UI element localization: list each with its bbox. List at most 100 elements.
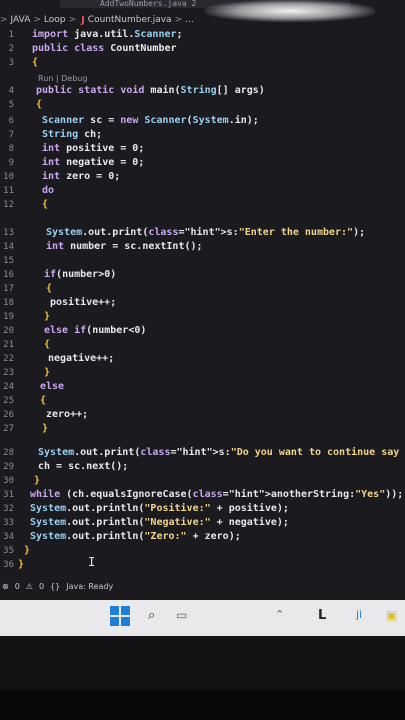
- code-text[interactable]: }: [44, 310, 50, 324]
- breadcrumb-file[interactable]: CountNumber.java: [88, 15, 172, 25]
- code-line[interactable]: 17 {: [0, 282, 405, 296]
- code-line[interactable]: 22 negative++;: [0, 352, 405, 366]
- code-text[interactable]: public static void main(String[] args): [36, 84, 265, 98]
- line-number: 35: [3, 546, 14, 556]
- code-line[interactable]: 11 do: [0, 184, 405, 198]
- warnings-count[interactable]: 0: [39, 582, 44, 591]
- code-line[interactable]: 3{: [0, 56, 405, 70]
- breadcrumb-folder[interactable]: Loop: [44, 15, 66, 25]
- problems-icon[interactable]: ⊗: [2, 582, 9, 591]
- code-line[interactable]: 8 int positive = 0;: [0, 142, 405, 156]
- line-number: 15: [3, 256, 14, 266]
- windows-start-icon[interactable]: [110, 606, 130, 626]
- code-text[interactable]: }: [24, 544, 30, 558]
- code-line[interactable]: 20 else if(number<0): [0, 324, 405, 338]
- code-line[interactable]: 5{: [0, 98, 405, 112]
- code-line[interactable]: 4 public static void main(String[] args): [0, 84, 405, 98]
- code-text[interactable]: int zero = 0;: [42, 170, 120, 184]
- warning-icon[interactable]: ⚠: [26, 582, 33, 591]
- code-text[interactable]: else if(number<0): [44, 324, 146, 338]
- code-text[interactable]: Scanner sc = new Scanner(System.in);: [42, 114, 259, 128]
- code-text[interactable]: String ch;: [42, 128, 102, 142]
- line-number: 24: [3, 382, 14, 392]
- code-text[interactable]: }: [42, 422, 48, 436]
- code-text[interactable]: zero++;: [46, 408, 88, 422]
- notification-icon[interactable]: ▣: [386, 608, 397, 622]
- breadcrumb-more[interactable]: ...: [185, 15, 194, 25]
- code-text[interactable]: {: [36, 98, 42, 112]
- codelens-run-debug[interactable]: Run | Debug: [38, 74, 87, 83]
- line-number: 5: [8, 100, 14, 110]
- code-line[interactable]: 28 System.out.print(class="hint">s:"Do yo…: [0, 446, 405, 460]
- line-number: 34: [3, 532, 14, 542]
- code-text[interactable]: positive++;: [50, 296, 116, 310]
- code-line[interactable]: 16 if(number>0): [0, 268, 405, 282]
- code-line[interactable]: 27}: [0, 422, 405, 436]
- code-text[interactable]: System.out.println("Negative:" + negativ…: [30, 516, 289, 530]
- code-line[interactable]: 32 System.out.println("Positive:" + posit…: [0, 502, 405, 516]
- code-text[interactable]: int number = sc.nextInt();: [46, 240, 203, 254]
- code-text[interactable]: System.out.println("Positive:" + positiv…: [30, 502, 289, 516]
- task-view-icon[interactable]: ▭: [176, 608, 187, 622]
- code-line[interactable]: 26 zero++;: [0, 408, 405, 422]
- code-text[interactable]: {: [40, 394, 46, 408]
- code-line[interactable]: 31 while (ch.equalsIgnoreCase(class="hint…: [0, 488, 405, 502]
- code-line[interactable]: 6 Scanner sc = new Scanner(System.in);: [0, 114, 405, 128]
- code-line[interactable]: 9 int negative = 0;: [0, 156, 405, 170]
- code-text[interactable]: public class CountNumber: [32, 42, 177, 56]
- code-line[interactable]: 30}: [0, 474, 405, 488]
- line-number: 25: [3, 396, 14, 406]
- code-text[interactable]: }: [18, 558, 24, 572]
- code-text[interactable]: else: [40, 380, 64, 394]
- code-line[interactable]: 18 positive++;: [0, 296, 405, 310]
- code-line[interactable]: 33 System.out.println("Negative:" + negat…: [0, 516, 405, 530]
- code-line[interactable]: 21 {: [0, 338, 405, 352]
- code-editor[interactable]: Run | Debug 1 import java.util.Scanner; 2 p…: [0, 28, 405, 583]
- code-line[interactable]: 24 else: [0, 380, 405, 394]
- code-text[interactable]: if(number>0): [44, 268, 116, 282]
- code-text[interactable]: {: [42, 198, 48, 212]
- line-number: 20: [3, 326, 14, 336]
- code-text[interactable]: {: [46, 282, 52, 296]
- code-text[interactable]: ch = sc.next();: [38, 460, 128, 474]
- code-text[interactable]: System.out.print(class="hint">s:"Do you …: [38, 446, 405, 460]
- breadcrumb-root[interactable]: JAVA: [11, 15, 31, 25]
- code-text[interactable]: {: [32, 56, 38, 70]
- problems-count[interactable]: 0: [15, 582, 20, 591]
- search-icon[interactable]: ⌕: [148, 608, 155, 623]
- code-line[interactable]: 34 System.out.println("Zero:" + zero);: [0, 530, 405, 544]
- code-text[interactable]: }: [34, 474, 40, 488]
- code-text[interactable]: }: [44, 366, 50, 380]
- java-status[interactable]: Java: Ready: [66, 582, 113, 591]
- tray-chevron-icon[interactable]: ⌃: [275, 608, 284, 621]
- code-text[interactable]: {: [44, 338, 50, 352]
- code-line[interactable]: 7 String ch;: [0, 128, 405, 142]
- code-text[interactable]: System.out.println("Zero:" + zero);: [30, 530, 241, 544]
- code-text[interactable]: import java.util.Scanner;: [32, 28, 183, 42]
- code-text[interactable]: int positive = 0;: [42, 142, 144, 156]
- code-line[interactable]: 19}: [0, 310, 405, 324]
- code-line[interactable]: 14 int number = sc.nextInt();: [0, 240, 405, 254]
- code-line[interactable]: 15: [0, 254, 405, 268]
- code-text[interactable]: do: [42, 184, 54, 198]
- line-number: 12: [3, 200, 14, 210]
- code-line[interactable]: 13 System.out.print(class="hint">s:"Enter…: [0, 226, 405, 240]
- code-line[interactable]: 35}: [0, 544, 405, 558]
- line-number: 31: [3, 490, 14, 500]
- code-line[interactable]: 10 int zero = 0;: [0, 170, 405, 184]
- code-line[interactable]: 36}: [0, 558, 405, 572]
- code-line[interactable]: 1 import java.util.Scanner;: [0, 28, 405, 42]
- code-line[interactable]: 29 ch = sc.next();: [0, 460, 405, 474]
- code-text[interactable]: negative++;: [48, 352, 114, 366]
- language-icon[interactable]: ji: [356, 608, 362, 621]
- code-line[interactable]: 23}: [0, 366, 405, 380]
- code-text[interactable]: while (ch.equalsIgnoreCase(class="hint">…: [30, 488, 403, 502]
- code-text[interactable]: int negative = 0;: [42, 156, 144, 170]
- code-line[interactable]: 12 {: [0, 198, 405, 212]
- line-number: 30: [3, 476, 14, 486]
- app-icon[interactable]: L: [318, 608, 326, 623]
- code-text[interactable]: System.out.print(class="hint">s:"Enter t…: [46, 226, 365, 240]
- line-number: 2: [8, 44, 14, 54]
- code-line[interactable]: 2 public class CountNumber: [0, 42, 405, 56]
- code-line[interactable]: 25 {: [0, 394, 405, 408]
